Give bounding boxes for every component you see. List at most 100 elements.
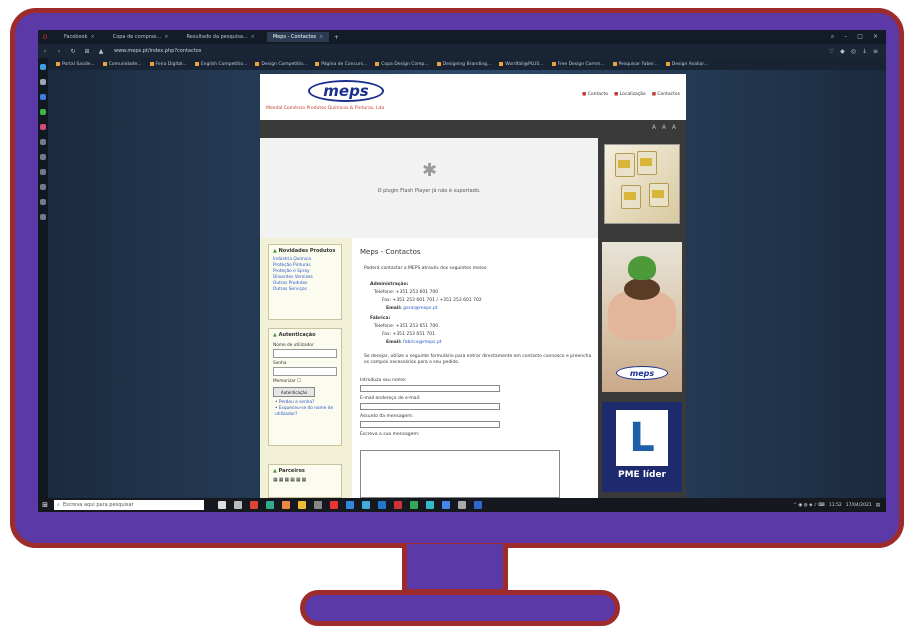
- notifications-icon[interactable]: ▤: [876, 503, 880, 508]
- bookmark-item[interactable]: Free Design Comm...: [551, 62, 605, 67]
- extensions-icon[interactable]: [40, 199, 46, 205]
- bookmark-item[interactable]: Design Avaliar...: [665, 62, 708, 67]
- app-icon[interactable]: [266, 501, 274, 509]
- name-input[interactable]: [360, 385, 500, 392]
- snapshot-icon[interactable]: ◎: [851, 48, 856, 55]
- search-tabs-icon[interactable]: ⌕: [831, 33, 834, 41]
- browser-tab[interactable]: Copa de compras... ×: [107, 32, 175, 42]
- new-tab-button[interactable]: +: [329, 34, 343, 41]
- products-box: Novidades Produtos Indústria Química Pro…: [268, 244, 342, 320]
- history-icon[interactable]: [40, 139, 46, 145]
- plugin-message: O plugin Flash Player já não é suportado…: [377, 188, 481, 194]
- tray-time[interactable]: 11:52: [829, 503, 842, 508]
- browser-tab-active[interactable]: Meps - Contactos ×: [266, 32, 330, 42]
- app-icon[interactable]: [250, 501, 258, 509]
- windows-start-icon[interactable]: ⊞: [38, 501, 52, 509]
- instagram-icon[interactable]: [40, 124, 46, 130]
- admin-email-link[interactable]: geral@meps.pt: [403, 306, 437, 311]
- forgot-username-link[interactable]: Esqueceu-se do nome de utilizador?: [269, 406, 341, 418]
- file-explorer-icon[interactable]: [298, 501, 306, 509]
- browser-tab[interactable]: Resultado da pesquisa... ×: [180, 32, 260, 42]
- browser-tab[interactable]: Facebook ×: [58, 32, 101, 42]
- bookmark-item[interactable]: Design Competitio...: [255, 62, 307, 67]
- tray-date[interactable]: 17/04/2021: [846, 503, 872, 508]
- app-icon[interactable]: [346, 501, 354, 509]
- factory-fax: Fax: +351 253 651 701: [382, 332, 435, 337]
- partner-logos-icon[interactable]: ▦▦▦▦▦▦: [269, 477, 341, 483]
- taskbar-search[interactable]: ⌕ Escreva aqui para pesquisar: [54, 500, 204, 510]
- whatsapp-icon[interactable]: [40, 109, 46, 115]
- vpn-icon[interactable]: ◆: [840, 48, 845, 55]
- url-field[interactable]: www.meps.pt/index.php?contactos: [114, 48, 201, 54]
- remember-checkbox[interactable]: ☐: [297, 379, 301, 384]
- top-link-contactos[interactable]: Contactos: [652, 92, 680, 97]
- download-icon[interactable]: ↓: [862, 48, 867, 55]
- app-icon[interactable]: [378, 501, 386, 509]
- opera-icon[interactable]: [330, 501, 338, 509]
- app-icon[interactable]: [314, 501, 322, 509]
- close-window-icon[interactable]: ×: [873, 33, 878, 41]
- factory-email-row: Email: fabrica@meps.pt: [386, 340, 442, 345]
- messenger-icon[interactable]: [40, 94, 46, 100]
- admin-email-row: Email: geral@meps.pt: [386, 306, 438, 311]
- login-title: Autenticação: [269, 329, 341, 341]
- tab-label: Meps - Contactos: [272, 34, 317, 40]
- close-icon[interactable]: ×: [251, 34, 255, 40]
- clock-icon[interactable]: [40, 169, 46, 175]
- bookmark-item[interactable]: Designing Branding...: [436, 62, 491, 67]
- forward-icon[interactable]: ›: [52, 48, 66, 55]
- bookmark-item[interactable]: Copa Design Comp...: [375, 62, 429, 67]
- task-view-icon[interactable]: [218, 501, 226, 509]
- product-link[interactable]: Outros Serviços: [269, 287, 341, 293]
- minimize-icon[interactable]: –: [844, 33, 847, 41]
- bookmark-item[interactable]: Comunidade...: [102, 62, 142, 67]
- subject-input[interactable]: [360, 421, 500, 428]
- back-icon[interactable]: ‹: [38, 48, 52, 55]
- settings-icon[interactable]: [40, 214, 46, 220]
- bookmark-item[interactable]: Feira Digital...: [149, 62, 187, 67]
- email-input[interactable]: [360, 403, 500, 410]
- products-image[interactable]: [604, 144, 680, 224]
- app-icon[interactable]: [282, 501, 290, 509]
- bookmark-item[interactable]: Wordfall@PLUS...: [499, 62, 544, 67]
- app-icon[interactable]: [394, 501, 402, 509]
- bookmark-item[interactable]: Página de Concurs...: [315, 62, 367, 67]
- player-icon[interactable]: [40, 154, 46, 160]
- monitor-neck: [402, 544, 508, 594]
- plant-hands-image[interactable]: meps: [602, 242, 682, 392]
- login-button[interactable]: Autenticação: [273, 387, 315, 397]
- settings-icon[interactable]: [458, 501, 466, 509]
- widgets-icon[interactable]: [234, 501, 242, 509]
- top-link-contacto[interactable]: Contacto: [582, 92, 608, 97]
- app-icon[interactable]: [442, 501, 450, 509]
- top-link-localizacao[interactable]: Localização: [614, 92, 646, 97]
- bookmark-item[interactable]: Pesquisar Faber...: [612, 62, 658, 67]
- speed-dial-icon[interactable]: ⊞: [80, 48, 94, 55]
- opera-logo-icon[interactable]: O: [38, 34, 52, 41]
- speed-dial-icon[interactable]: [40, 64, 46, 70]
- app-icon[interactable]: [362, 501, 370, 509]
- maximize-icon[interactable]: □: [857, 33, 863, 41]
- close-icon[interactable]: ×: [319, 34, 323, 40]
- bookmark-item[interactable]: English Competitio...: [194, 62, 247, 67]
- pme-lider-badge[interactable]: L PME líder: [602, 402, 682, 492]
- app-icon[interactable]: [474, 501, 482, 509]
- meps-logo[interactable]: meps: [308, 80, 384, 102]
- message-textarea[interactable]: [360, 450, 560, 498]
- password-input[interactable]: [273, 367, 337, 376]
- close-icon[interactable]: ×: [164, 34, 168, 40]
- username-input[interactable]: [273, 349, 337, 358]
- search-icon: ⌕: [57, 502, 60, 508]
- menu-icon[interactable]: ≡: [873, 48, 878, 55]
- bookmark-item[interactable]: Portal Saúde...: [56, 62, 95, 67]
- close-icon[interactable]: ×: [91, 34, 95, 40]
- reload-icon[interactable]: ↻: [66, 48, 80, 55]
- bookmarks-icon[interactable]: [40, 184, 46, 190]
- news-icon[interactable]: [40, 79, 46, 85]
- bookmark-icon[interactable]: ♡: [829, 48, 834, 55]
- font-size-icons[interactable]: A A A: [652, 124, 678, 131]
- app-icon[interactable]: [410, 501, 418, 509]
- app-icon[interactable]: [426, 501, 434, 509]
- tray-icons[interactable]: ⌃ ◉ ◍ ◈ ♪ ⌨: [793, 503, 825, 508]
- factory-email-link[interactable]: fabrica@meps.pt: [403, 340, 441, 345]
